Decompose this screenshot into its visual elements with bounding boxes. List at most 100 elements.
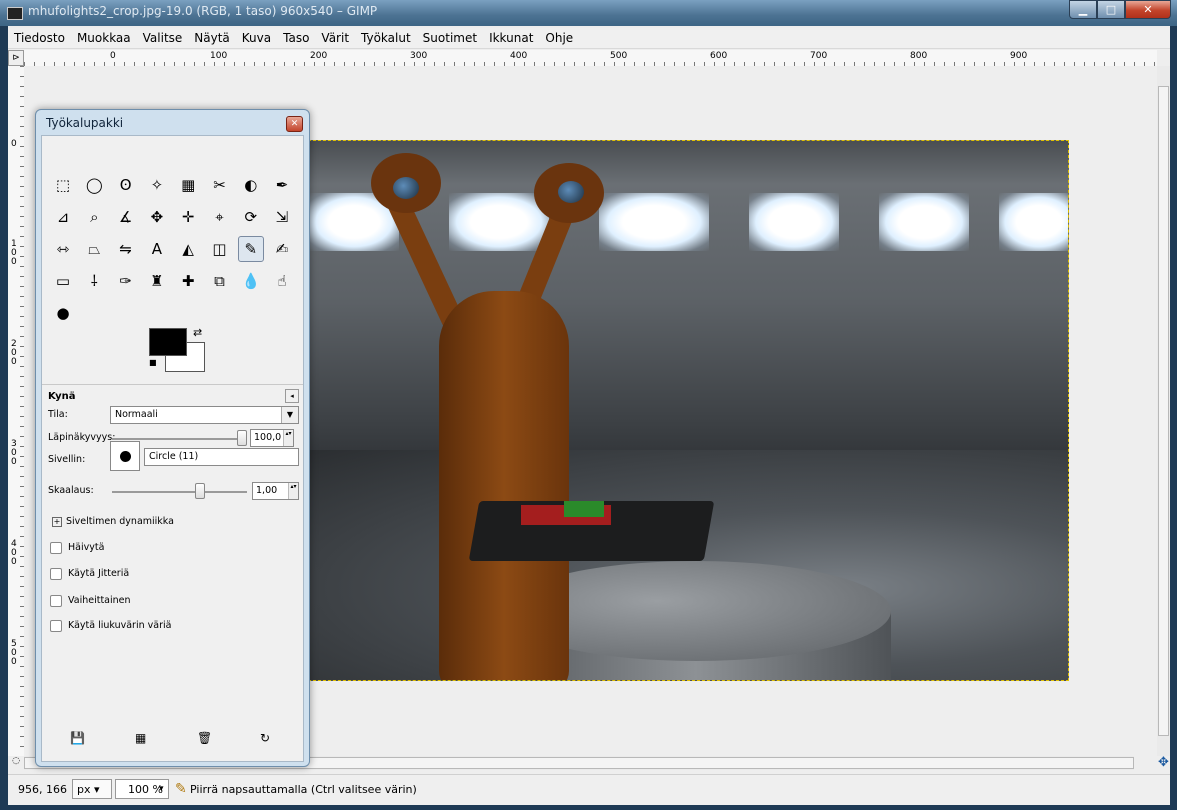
free-select-tool-icon[interactable]: ʘ — [113, 172, 139, 198]
select-by-color-tool-icon[interactable]: ▦ — [175, 172, 201, 198]
vertical-scrollbar[interactable] — [1157, 66, 1170, 756]
perspective-tool-icon[interactable]: ⏢ — [81, 236, 107, 262]
delete-options-icon[interactable]: 🗑 — [197, 731, 212, 745]
bucket-fill-tool-icon[interactable]: ◭ — [175, 236, 201, 262]
chevron-down-icon[interactable]: ▾ — [159, 779, 171, 799]
menu-nayta[interactable]: Näytä — [188, 31, 236, 45]
opacity-input[interactable]: 100,0 ▴▾ — [250, 429, 294, 447]
vertical-scroll-thumb[interactable] — [1158, 86, 1169, 736]
color-picker-tool-icon[interactable]: ⊿ — [50, 204, 76, 230]
move-tool-icon[interactable]: ✥ — [144, 204, 170, 230]
menu-taso[interactable]: Taso — [277, 31, 315, 45]
menu-varit[interactable]: Värit — [315, 31, 355, 45]
jitter-checkbox[interactable] — [50, 568, 62, 580]
scale-slider-thumb[interactable] — [195, 483, 205, 499]
brush-name-field[interactable]: Circle (11) — [144, 448, 299, 466]
menu-ikkunat[interactable]: Ikkunat — [483, 31, 539, 45]
statusbar: 956, 166 px ▾ 100 % ▾ ✎ Piirrä napsautta… — [8, 774, 1170, 805]
menu-valitse[interactable]: Valitse — [137, 31, 189, 45]
menu-muokkaa[interactable]: Muokkaa — [71, 31, 137, 45]
color-area: ⇄ ■ — [149, 326, 209, 378]
flip-tool-icon[interactable]: ⇋ — [113, 236, 139, 262]
quick-mask-icon[interactable]: ◌ — [8, 756, 24, 770]
ruler-tick-label: 500 — [610, 51, 628, 61]
paths-tool-icon[interactable]: ✒ — [269, 172, 295, 198]
save-options-icon[interactable]: 💾 — [70, 731, 85, 745]
vertical-ruler[interactable]: 0 100 200 300 400 500 — [8, 66, 25, 756]
airbrush-tool-icon[interactable]: ⸸ — [81, 268, 107, 294]
maximize-button[interactable]: □ — [1097, 0, 1125, 19]
menu-tyokalut[interactable]: Työkalut — [355, 31, 417, 45]
paintbrush-tool-icon[interactable]: ✍ — [269, 236, 295, 262]
ruler-corner-menu-icon[interactable]: ⊳ — [8, 50, 24, 66]
smudge-tool-icon[interactable]: ☝ — [269, 268, 295, 294]
menu-ohje[interactable]: Ohje — [539, 31, 579, 45]
incremental-checkbox[interactable] — [50, 595, 62, 607]
rect-select-tool-icon[interactable]: ⬚ — [50, 172, 76, 198]
ruler-tick-label: 300 — [11, 439, 17, 467]
reset-options-icon[interactable]: ↻ — [260, 731, 270, 745]
text-tool-icon[interactable]: A — [144, 236, 170, 262]
blend-tool-icon[interactable]: ◫ — [207, 236, 233, 262]
mode-select[interactable]: Normaali ▼ — [110, 406, 299, 424]
opacity-label: Läpinäkyvyys: — [48, 432, 116, 443]
zoom-tool-icon[interactable]: ⌕ — [81, 204, 107, 230]
close-button[interactable]: ✕ — [1125, 0, 1171, 19]
spin-arrows-icon[interactable]: ▴▾ — [283, 430, 293, 446]
heal-tool-icon[interactable]: ✚ — [175, 268, 201, 294]
restore-options-icon[interactable]: ▦ — [135, 731, 146, 745]
ceiling-light — [999, 193, 1068, 251]
opacity-slider-track[interactable] — [112, 438, 247, 440]
spin-arrows-icon[interactable]: ▴▾ — [288, 483, 298, 499]
menu-tiedosto[interactable]: Tiedosto — [8, 31, 71, 45]
measure-tool-icon[interactable]: ∡ — [113, 204, 139, 230]
slug-body — [439, 291, 569, 680]
crop-tool-icon[interactable]: ⌖ — [207, 204, 233, 230]
opacity-value: 100,0 — [254, 432, 282, 443]
gradient-color-checkbox[interactable] — [50, 620, 62, 632]
ellipse-select-tool-icon[interactable]: ◯ — [81, 172, 107, 198]
align-tool-icon[interactable]: ✛ — [175, 204, 201, 230]
scale-tool-icon[interactable]: ⇲ — [269, 204, 295, 230]
fade-checkbox[interactable] — [50, 542, 62, 554]
scissors-tool-icon[interactable]: ✂ — [207, 172, 233, 198]
menu-suotimet[interactable]: Suotimet — [417, 31, 483, 45]
ruler-tick-label: 700 — [810, 51, 828, 61]
rotate-tool-icon[interactable]: ⟳ — [238, 204, 264, 230]
clone-tool-icon[interactable]: ♜ — [144, 268, 170, 294]
ruler-tick-label: 600 — [710, 51, 728, 61]
scale-input[interactable]: 1,00 ▴▾ — [252, 482, 299, 500]
blur-tool-icon[interactable]: 💧 — [238, 268, 264, 294]
perspective-clone-tool-icon[interactable]: ⧉ — [207, 268, 233, 294]
swap-colors-icon[interactable]: ⇄ — [193, 326, 202, 339]
brush-dynamics-expander[interactable]: + Siveltimen dynamiikka — [52, 516, 174, 527]
chevron-down-icon: ▼ — [281, 407, 298, 423]
menu-kuva[interactable]: Kuva — [236, 31, 277, 45]
default-colors-icon[interactable]: ■ — [149, 358, 157, 367]
scale-value: 1,00 — [256, 485, 278, 496]
minimize-button[interactable]: ▁ — [1069, 0, 1097, 19]
foreground-select-tool-icon[interactable]: ◐ — [238, 172, 264, 198]
tool-options-title: Kynä — [48, 391, 76, 402]
tool-options-menu-icon[interactable]: ◂ — [285, 389, 299, 403]
navigate-icon[interactable]: ✥ — [1157, 756, 1170, 770]
pointer-coordinates: 956, 166 — [18, 783, 67, 796]
pencil-tool-icon[interactable]: ✎ — [237, 236, 264, 262]
image-canvas[interactable] — [308, 140, 1069, 681]
horizontal-ruler[interactable]: 0 100 200 300 400 500 600 700 800 900 — [24, 50, 1157, 67]
dodge-burn-tool-icon[interactable]: ● — [50, 300, 76, 326]
foreground-color-swatch[interactable] — [149, 328, 187, 356]
ink-tool-icon[interactable]: ✑ — [113, 268, 139, 294]
fuzzy-select-tool-icon[interactable]: ✧ — [144, 172, 170, 198]
opacity-slider-thumb[interactable] — [237, 430, 247, 446]
ruler-tick-label: 900 — [1010, 51, 1028, 61]
shear-tool-icon[interactable]: ⇿ — [50, 236, 76, 262]
brush-preview-button[interactable] — [110, 441, 140, 471]
unit-select[interactable]: px ▾ — [72, 779, 112, 799]
toolbox-window: Työkalupakki ✕ ⬚ ◯ ʘ ✧ ▦ ✂ ◐ ✒ ⊿ ⌕ ∡ ✥ ✛ ⌖ ⟳ ⇲ ⇿ ⏢ ⇋ A ◭ ◫ ✎ ✍ ▭… — [35, 109, 310, 767]
ruler-tick-label: 0 — [110, 51, 116, 61]
toolbox-close-button[interactable]: ✕ — [286, 116, 303, 132]
chevron-down-icon: ▾ — [94, 783, 100, 796]
eraser-tool-icon[interactable]: ▭ — [50, 268, 76, 294]
scale-slider-track[interactable] — [112, 491, 247, 493]
